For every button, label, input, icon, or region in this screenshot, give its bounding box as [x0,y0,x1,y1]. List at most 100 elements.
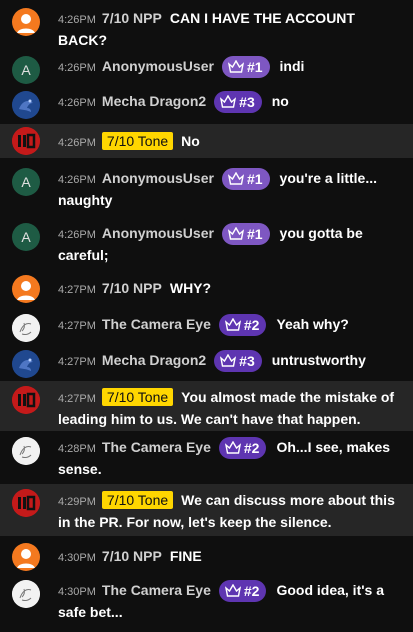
badge-label: #2 [243,440,260,457]
badge-label: #2 [243,583,260,600]
chat-message-highlighted: 4:26PM 7/10 Tone No [0,124,413,158]
avatar-initial: A [21,174,31,190]
member-badge: #3 [214,91,262,114]
badge-label: #1 [246,171,263,188]
chat-line: 4:30PM The Camera Eye #2 Good idea, it's a … [58,580,405,622]
message-text: No [181,133,200,149]
live-chat: 4:26PM 7/10 NPP CAN I HAVE THE ACCOUNT BAC… [0,0,413,632]
logo-avatar[interactable] [12,127,40,155]
avatar-initial: A [21,229,31,245]
sketch-avatar[interactable] [12,437,40,465]
author-name[interactable]: The Camera Eye [102,316,211,332]
chat-line: 4:26PM AnonymousUser #1 you gotta be carefu… [58,223,405,265]
message-text: WHY? [169,280,212,296]
timestamp: 4:27PM [58,320,96,332]
chat-line: 4:27PM Mecha Dragon2 #3 untrustworthy [58,350,405,373]
chat-message: A 4:26PM AnonymousUser #1 you're a little..… [0,168,413,212]
author-name[interactable]: AnonymousUser [102,170,214,186]
dragon-avatar[interactable] [12,350,40,378]
chat-message: 4:26PM Mecha Dragon2 #3 no [0,91,413,119]
sketch-avatar[interactable] [12,314,40,342]
letter-avatar[interactable]: A [12,168,40,196]
avatar-initial: A [21,62,31,78]
chat-line: 4:26PM 7/10 Tone No [58,131,405,153]
letter-avatar[interactable]: A [12,223,40,251]
message-text: indi [279,58,305,74]
badge-label: #1 [246,226,263,243]
person-icon[interactable] [12,275,40,303]
author-name[interactable]: Mecha Dragon2 [102,352,206,368]
message-text: FINE [169,548,202,564]
chat-message: 4:30PM The Camera Eye #2 Good idea, it's a … [0,580,413,624]
badge-label: #2 [243,317,260,334]
timestamp: 4:27PM [58,284,96,296]
crown-icon [224,441,241,454]
chat-line: 4:27PM 7/10 Tone You almost made the mista… [8,387,405,429]
logo-avatar[interactable] [12,386,40,414]
chat-message: 4:27PM The Camera Eye #2 Yeah why? [0,314,413,342]
crown-icon [227,227,244,240]
author-name[interactable]: AnonymousUser [102,58,214,74]
author-name[interactable]: The Camera Eye [102,439,211,455]
timestamp: 4:26PM [58,62,96,74]
logo-avatar[interactable] [12,489,40,517]
message-text: untrustworthy [271,352,366,368]
badge-label: #3 [239,353,255,370]
chat-message: 4:26PM 7/10 NPP CAN I HAVE THE ACCOUNT BAC… [0,8,413,48]
chat-line: 4:26PM Mecha Dragon2 #3 no [58,91,405,114]
message-text: no [271,93,289,109]
author-name[interactable]: 7/10 Tone [101,388,174,406]
member-badge: #3 [214,350,262,373]
member-badge: #1 [221,223,270,246]
chat-message: 4:27PM Mecha Dragon2 #3 untrustworthy [0,350,413,378]
author-name[interactable]: Mecha Dragon2 [102,93,206,109]
chat-line: 4:27PM The Camera Eye #2 Yeah why? [58,314,405,337]
chat-message: A 4:26PM AnonymousUser #1 indi [0,56,413,84]
timestamp: 4:26PM [58,137,96,149]
author-name[interactable]: 7/10 NPP [102,280,162,296]
crown-icon [220,95,237,108]
chat-line: 4:27PM 7/10 NPP WHY? [58,278,405,300]
timestamp: 4:27PM [58,393,96,405]
crown-icon [224,318,241,331]
author-name[interactable]: AnonymousUser [102,225,214,241]
crown-icon [224,584,241,597]
timestamp: 4:26PM [58,97,96,109]
member-badge: #2 [218,314,267,337]
sketch-avatar[interactable] [12,580,40,608]
timestamp: 4:27PM [58,356,96,368]
author-name[interactable]: The Camera Eye [102,582,211,598]
chat-line: 4:30PM 7/10 NPP FINE [58,546,405,568]
chat-message: 4:28PM The Camera Eye #2 Oh...I see, makes … [0,437,413,481]
timestamp: 4:30PM [58,552,96,564]
chat-line: 4:29PM 7/10 Tone We can discuss more about… [8,490,405,532]
author-name[interactable]: 7/10 Tone [101,132,174,150]
timestamp: 4:30PM [58,586,96,598]
crown-icon [220,354,237,367]
timestamp: 4:26PM [58,174,96,186]
message-text: Yeah why? [276,316,349,332]
chat-message-highlighted: 4:29PM 7/10 Tone We can discuss more about… [0,484,413,536]
badge-label: #1 [246,59,263,76]
person-icon[interactable] [12,8,40,36]
timestamp: 4:26PM [58,229,96,241]
letter-avatar[interactable]: A [12,56,40,84]
crown-icon [227,172,244,185]
timestamp: 4:26PM [58,14,96,26]
author-name[interactable]: 7/10 Tone [101,491,174,509]
person-icon[interactable] [12,543,40,571]
chat-line: 4:26PM 7/10 NPP CAN I HAVE THE ACCOUNT BAC… [58,8,405,50]
member-badge: #1 [221,168,270,191]
chat-message: 4:27PM 7/10 NPP WHY? [0,275,413,304]
chat-message: 4:30PM 7/10 NPP FINE [0,543,413,572]
badge-label: #3 [239,94,255,111]
chat-line: 4:26PM AnonymousUser #1 indi [58,56,405,79]
chat-line: 4:26PM AnonymousUser #1 you're a little... … [58,168,405,210]
author-name[interactable]: 7/10 NPP [102,10,162,26]
crown-icon [227,60,244,73]
author-name[interactable]: 7/10 NPP [102,548,162,564]
timestamp: 4:28PM [58,443,96,455]
chat-message: A 4:26PM AnonymousUser #1 you gotta be care… [0,223,413,267]
member-badge: #2 [218,437,267,460]
dragon-avatar[interactable] [12,91,40,119]
